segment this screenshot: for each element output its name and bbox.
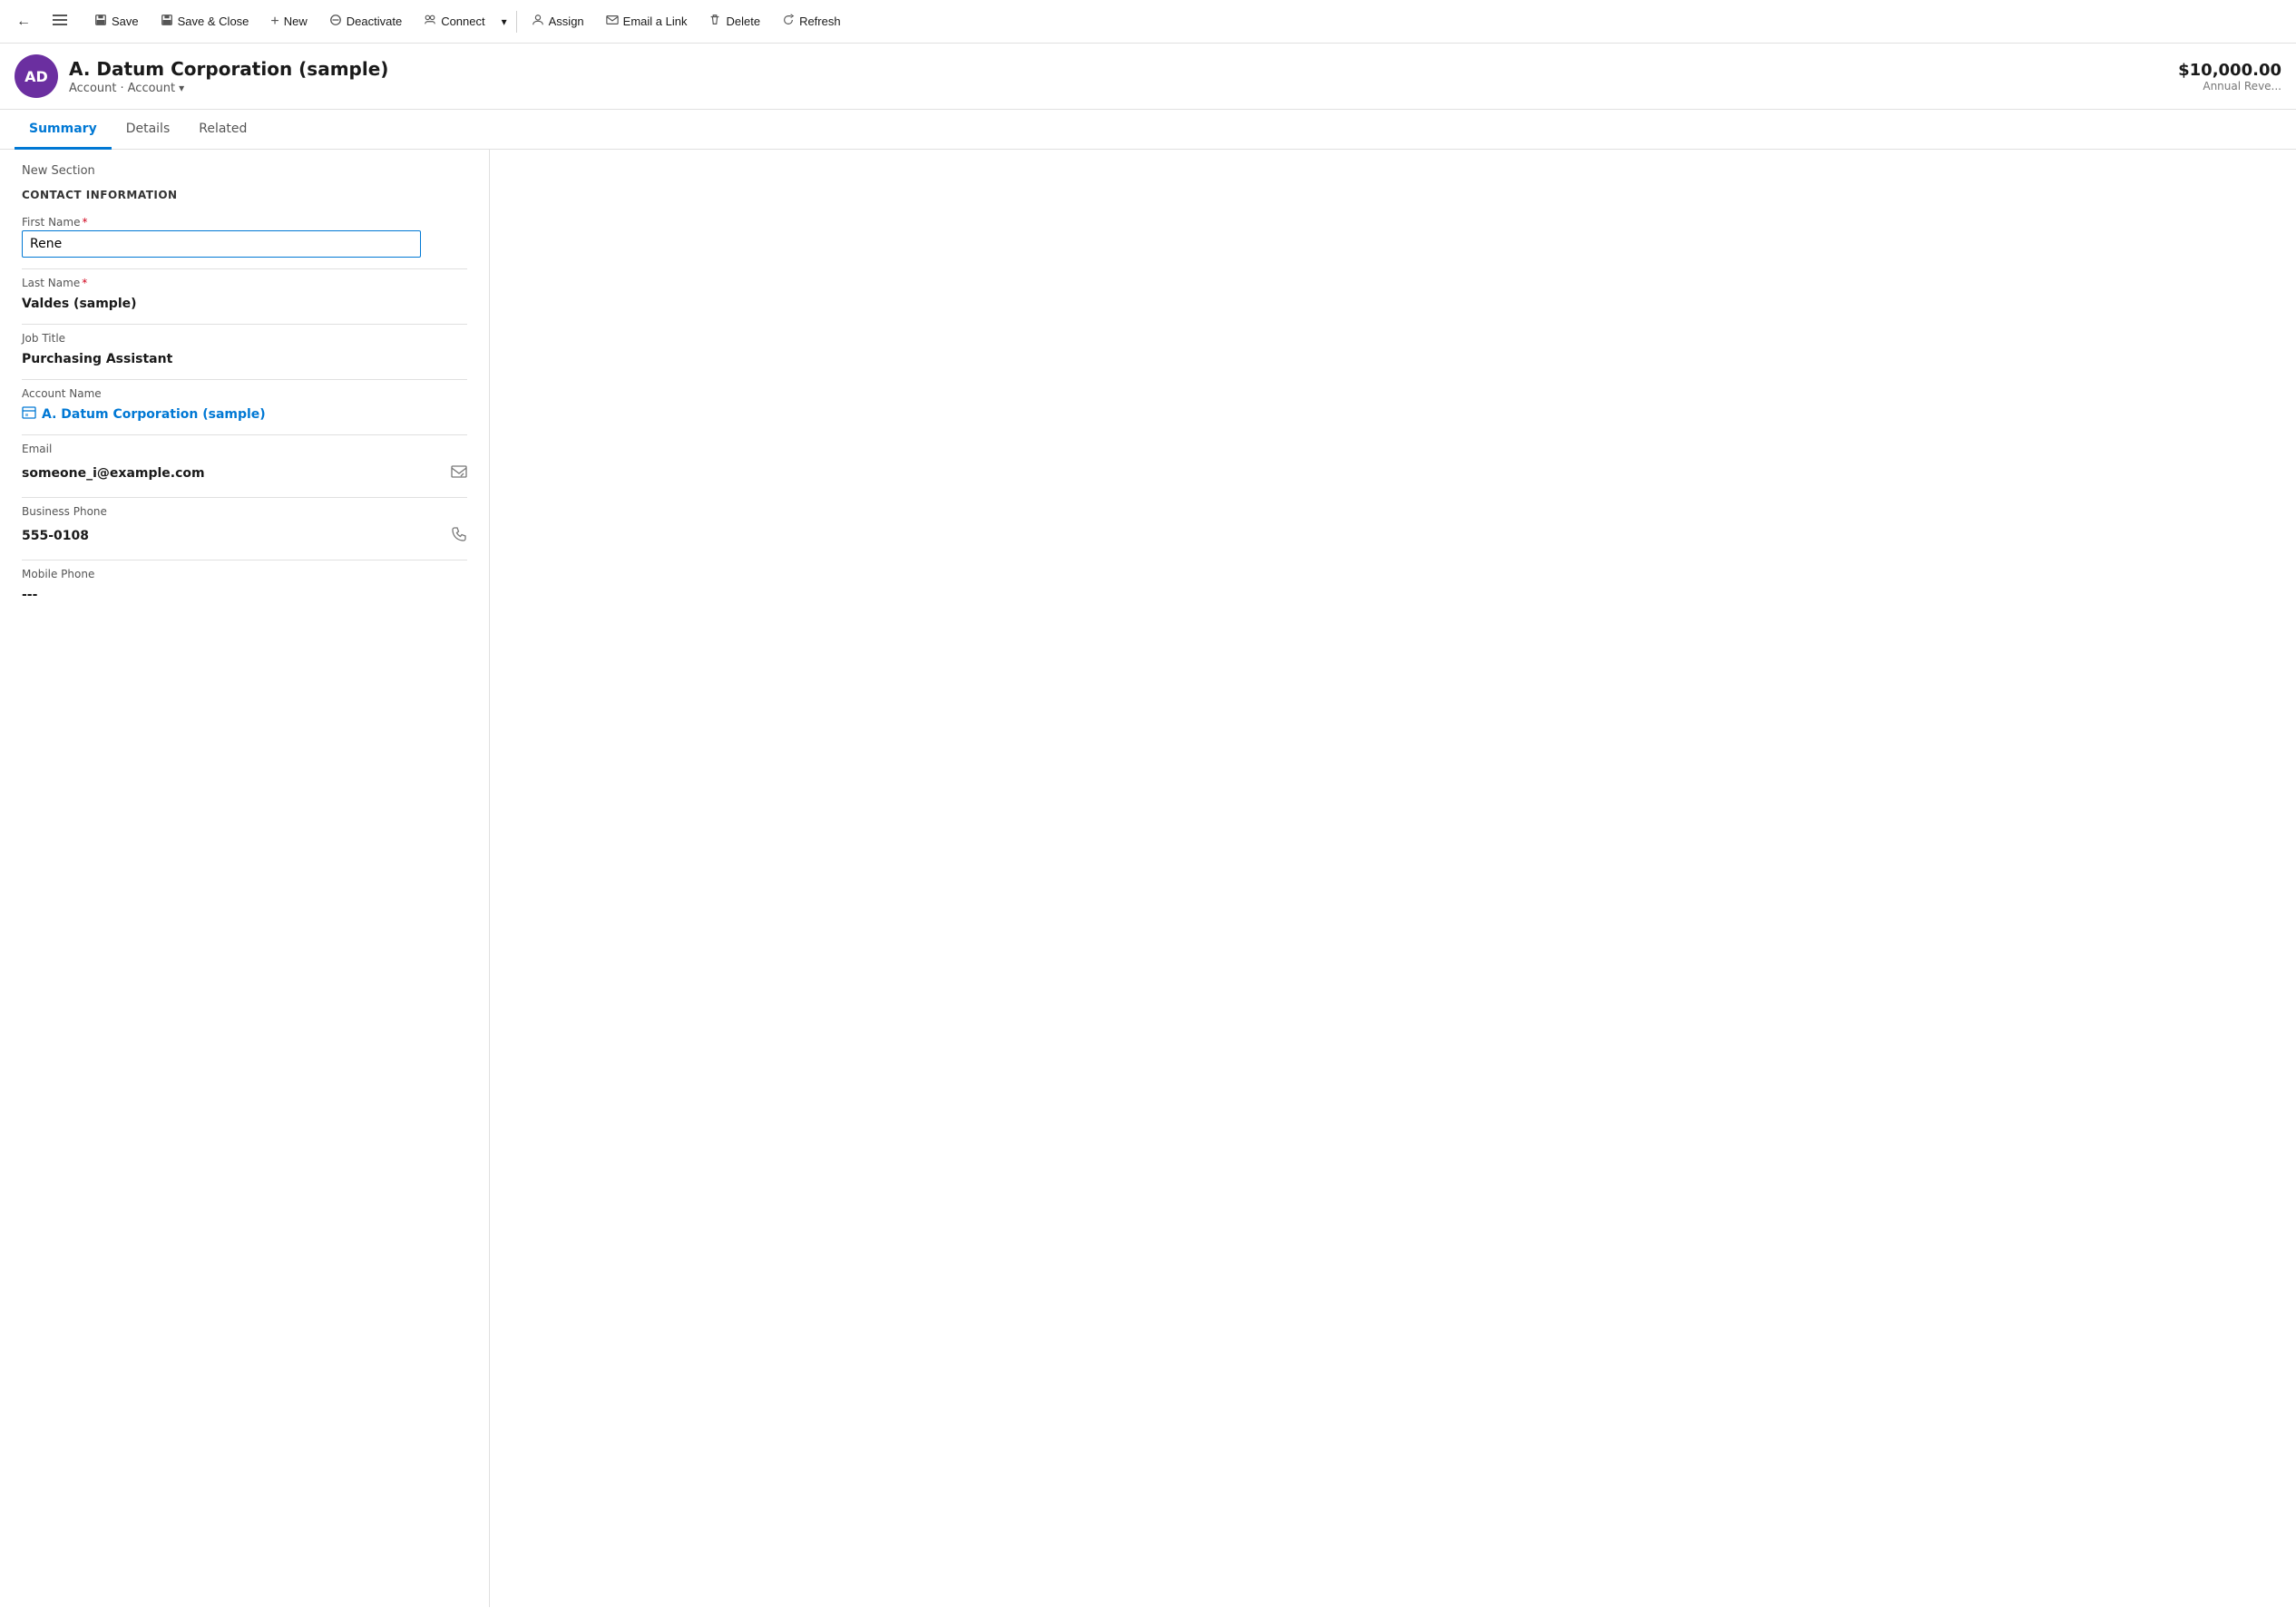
divider-first-name bbox=[22, 268, 467, 269]
back-icon: ← bbox=[16, 14, 31, 30]
new-button[interactable]: + New bbox=[259, 0, 318, 43]
email-value: someone_i@example.com bbox=[22, 461, 205, 486]
job-title-value: Purchasing Assistant bbox=[22, 346, 467, 372]
phone-action-icon[interactable] bbox=[451, 526, 467, 546]
last-name-label: Last Name* bbox=[22, 277, 467, 289]
refresh-button[interactable]: Refresh bbox=[771, 0, 852, 43]
business-phone-field-with-icon: 555-0108 bbox=[22, 520, 467, 552]
save-label: Save bbox=[112, 15, 139, 28]
tab-related[interactable]: Related bbox=[184, 111, 261, 150]
record-title: A. Datum Corporation (sample) bbox=[69, 58, 388, 80]
back-button[interactable]: ← bbox=[7, 5, 40, 38]
annual-revenue-label: Annual Reve... bbox=[2178, 80, 2281, 93]
menu-icon bbox=[53, 13, 67, 31]
annual-revenue-amount: $10,000.00 bbox=[2178, 61, 2281, 80]
contact-info-title: CONTACT INFORMATION bbox=[22, 189, 467, 201]
chevron-down-icon: ▾ bbox=[179, 82, 184, 94]
mobile-phone-field-group: Mobile Phone --- bbox=[22, 568, 467, 608]
job-title-field-group: Job Title Purchasing Assistant bbox=[22, 332, 467, 372]
last-name-required: * bbox=[82, 277, 87, 289]
connect-button[interactable]: Connect bbox=[413, 0, 495, 43]
deactivate-label: Deactivate bbox=[347, 15, 402, 28]
breadcrumb-entity[interactable]: Account ▾ bbox=[128, 82, 185, 95]
new-section-label: New Section bbox=[22, 164, 467, 178]
separator-1 bbox=[516, 11, 517, 33]
account-name-link[interactable]: A. Datum Corporation (sample) bbox=[22, 402, 467, 427]
job-title-label: Job Title bbox=[22, 332, 467, 345]
new-label: New bbox=[284, 15, 308, 28]
first-name-required: * bbox=[82, 216, 87, 229]
email-field-with-icon: someone_i@example.com bbox=[22, 457, 467, 490]
save-close-icon bbox=[161, 14, 173, 29]
business-phone-field-group: Business Phone 555-0108 bbox=[22, 505, 467, 552]
connect-label: Connect bbox=[441, 15, 484, 28]
mobile-phone-label: Mobile Phone bbox=[22, 568, 467, 580]
right-panel bbox=[490, 150, 2296, 1607]
account-name-field-group: Account Name A. Datum Corporation (sampl… bbox=[22, 387, 467, 427]
business-phone-value: 555-0108 bbox=[22, 523, 89, 549]
main-content: New Section CONTACT INFORMATION First Na… bbox=[0, 150, 2296, 1607]
deactivate-button[interactable]: Deactivate bbox=[318, 0, 413, 43]
avatar: AD bbox=[15, 54, 58, 98]
email-link-label: Email a Link bbox=[623, 15, 688, 28]
assign-label: Assign bbox=[549, 15, 584, 28]
tab-summary[interactable]: Summary bbox=[15, 111, 112, 150]
record-header-right: $10,000.00 Annual Reve... bbox=[2178, 61, 2281, 93]
delete-button[interactable]: Delete bbox=[698, 0, 771, 43]
chevron-down-icon: ▾ bbox=[502, 15, 507, 28]
breadcrumb: Account · Account ▾ bbox=[69, 82, 388, 95]
last-name-field-group: Last Name* Valdes (sample) bbox=[22, 277, 467, 317]
delete-icon bbox=[708, 14, 721, 29]
more-button[interactable]: ▾ bbox=[496, 0, 513, 43]
toolbar: ← Save Save & Close bbox=[0, 0, 2296, 44]
account-link-icon bbox=[22, 405, 36, 424]
new-icon: + bbox=[270, 14, 278, 30]
first-name-input[interactable] bbox=[22, 230, 421, 258]
email-link-icon bbox=[606, 14, 619, 29]
left-panel: New Section CONTACT INFORMATION First Na… bbox=[0, 150, 490, 1607]
refresh-icon bbox=[782, 14, 795, 29]
last-name-value: Valdes (sample) bbox=[22, 291, 467, 317]
email-label: Email bbox=[22, 443, 467, 455]
save-close-button[interactable]: Save & Close bbox=[150, 0, 260, 43]
save-icon bbox=[94, 14, 107, 29]
tabs-bar: Summary Details Related bbox=[0, 110, 2296, 150]
save-close-label: Save & Close bbox=[178, 15, 249, 28]
email-field-group: Email someone_i@example.com bbox=[22, 443, 467, 490]
refresh-label: Refresh bbox=[799, 15, 841, 28]
tab-details[interactable]: Details bbox=[112, 111, 185, 150]
deactivate-icon bbox=[329, 14, 342, 29]
mobile-phone-value: --- bbox=[22, 582, 467, 608]
divider-account-name bbox=[22, 434, 467, 435]
email-link-button[interactable]: Email a Link bbox=[595, 0, 699, 43]
divider-job-title bbox=[22, 379, 467, 380]
save-button[interactable]: Save bbox=[83, 0, 150, 43]
delete-label: Delete bbox=[726, 15, 760, 28]
record-info: A. Datum Corporation (sample) Account · … bbox=[69, 58, 388, 95]
assign-button[interactable]: Assign bbox=[521, 0, 595, 43]
account-name-label: Account Name bbox=[22, 387, 467, 400]
business-phone-label: Business Phone bbox=[22, 505, 467, 518]
assign-icon bbox=[532, 14, 544, 29]
menu-icon-button[interactable] bbox=[44, 5, 76, 38]
divider-last-name bbox=[22, 324, 467, 325]
record-header-left: AD A. Datum Corporation (sample) Account… bbox=[15, 54, 388, 98]
first-name-label: First Name* bbox=[22, 216, 467, 229]
divider-email bbox=[22, 497, 467, 498]
record-header: AD A. Datum Corporation (sample) Account… bbox=[0, 44, 2296, 110]
email-action-icon[interactable] bbox=[451, 463, 467, 483]
first-name-field-group: First Name* bbox=[22, 216, 467, 261]
breadcrumb-type[interactable]: Account bbox=[69, 82, 117, 95]
connect-icon bbox=[424, 14, 436, 29]
